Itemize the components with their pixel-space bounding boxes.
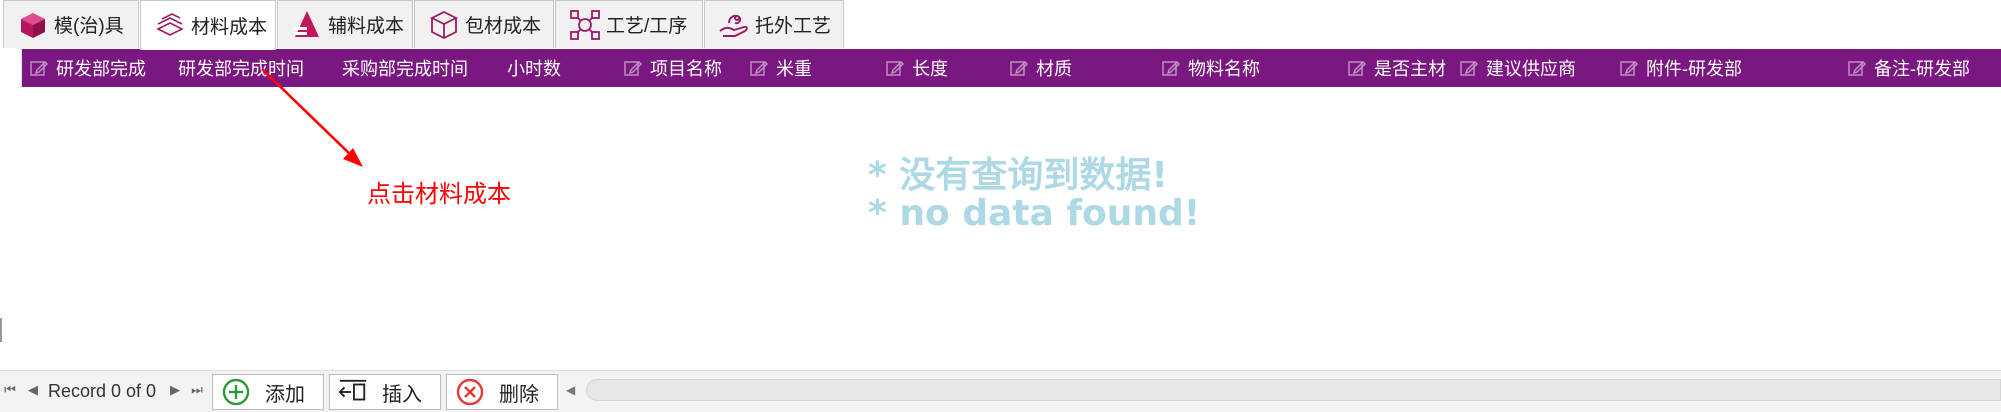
insert-button[interactable]: 插入 <box>329 374 441 410</box>
tab-auxiliary-cost[interactable]: 辅料成本 <box>277 0 413 48</box>
previous-record-icon[interactable]: ◀ <box>26 381 40 399</box>
tab-label: 材料成本 <box>191 17 268 38</box>
next-record-icon[interactable]: ▶ <box>168 381 182 399</box>
edit-icon <box>750 61 768 76</box>
horizontal-scrollbar[interactable] <box>586 379 2001 401</box>
annotation-text: 点击材料成本 <box>367 181 511 208</box>
column-header-remark-rd[interactable]: 备注-研发部 <box>1848 49 1970 87</box>
no-data-message-en: * no data found! <box>868 193 1201 234</box>
column-header-attachment-rd[interactable]: 附件-研发部 <box>1620 49 1742 87</box>
row-indicator-mark <box>0 318 2 342</box>
plus-circle-icon <box>221 377 251 407</box>
edit-icon <box>1848 61 1866 76</box>
edit-icon <box>886 61 904 76</box>
column-header-is-main-material[interactable]: 是否主材 <box>1348 49 1446 87</box>
edit-icon <box>1620 61 1638 76</box>
record-indicator: Record 0 of 0 <box>48 381 157 401</box>
column-header-meter-weight[interactable]: 米重 <box>750 49 812 87</box>
data-navigator: ⏮ ◀ Record 0 of 0 ▶ ⏭ 添加 插入 删除 ◀ <box>0 370 2001 412</box>
insert-row-icon <box>338 377 368 407</box>
edit-icon <box>624 61 642 76</box>
edit-icon <box>30 61 48 76</box>
edit-icon <box>1162 61 1180 76</box>
first-record-icon[interactable]: ⏮ <box>3 381 17 399</box>
scroll-left-icon[interactable]: ◀ <box>566 383 575 397</box>
tab-material-cost[interactable]: 材料成本 <box>140 0 276 50</box>
tab-label: 托外工艺 <box>755 16 832 37</box>
tab-label: 模(治)具 <box>54 16 124 37</box>
column-header-purchase-done-time[interactable]: 采购部完成时间 <box>342 49 468 87</box>
material-stack-icon <box>153 9 187 43</box>
column-header-rd-done-time[interactable]: 研发部完成时间 <box>178 49 304 87</box>
column-header-hours[interactable]: 小时数 <box>507 49 561 87</box>
column-header-material-name[interactable]: 物料名称 <box>1162 49 1260 87</box>
no-data-message-cn: * 没有查询到数据! <box>868 155 1168 196</box>
tab-outsourced-process[interactable]: 托外工艺 <box>704 0 844 48</box>
row-indicator-header <box>0 48 22 88</box>
tab-strip: 模(治)具 材料成本 辅料成本 包材成本 工艺/工序 托外工艺 <box>0 0 2001 50</box>
cube-icon <box>16 8 50 42</box>
triangle-layers-icon <box>290 8 324 42</box>
edit-icon <box>1010 61 1028 76</box>
grid-body[interactable]: * 没有查询到数据! * no data found! 点击材料成本 <box>0 88 2001 370</box>
tab-mold[interactable]: 模(治)具 <box>3 0 139 48</box>
edit-icon <box>1460 61 1478 76</box>
process-icon <box>568 8 602 42</box>
delete-circle-icon <box>455 377 485 407</box>
box-icon <box>427 8 461 42</box>
tab-label: 工艺/工序 <box>606 16 688 37</box>
column-header-rd-done[interactable]: 研发部完成 <box>30 49 146 87</box>
edit-icon <box>1348 61 1366 76</box>
tab-label: 包材成本 <box>465 16 542 37</box>
grid-header: 研发部完成 研发部完成时间 采购部完成时间 小时数 项目名称 米重 长度 材质 … <box>22 49 2001 87</box>
hand-icon <box>717 8 751 42</box>
delete-button[interactable]: 删除 <box>446 374 558 410</box>
column-header-project-name[interactable]: 项目名称 <box>624 49 722 87</box>
column-header-material[interactable]: 材质 <box>1010 49 1072 87</box>
column-header-suggested-supplier[interactable]: 建议供应商 <box>1460 49 1576 87</box>
tab-label: 辅料成本 <box>328 16 405 37</box>
last-record-icon[interactable]: ⏭ <box>190 381 204 399</box>
column-header-length[interactable]: 长度 <box>886 49 948 87</box>
add-button[interactable]: 添加 <box>212 374 324 410</box>
tab-packaging-cost[interactable]: 包材成本 <box>414 0 554 48</box>
tab-process[interactable]: 工艺/工序 <box>555 0 703 48</box>
